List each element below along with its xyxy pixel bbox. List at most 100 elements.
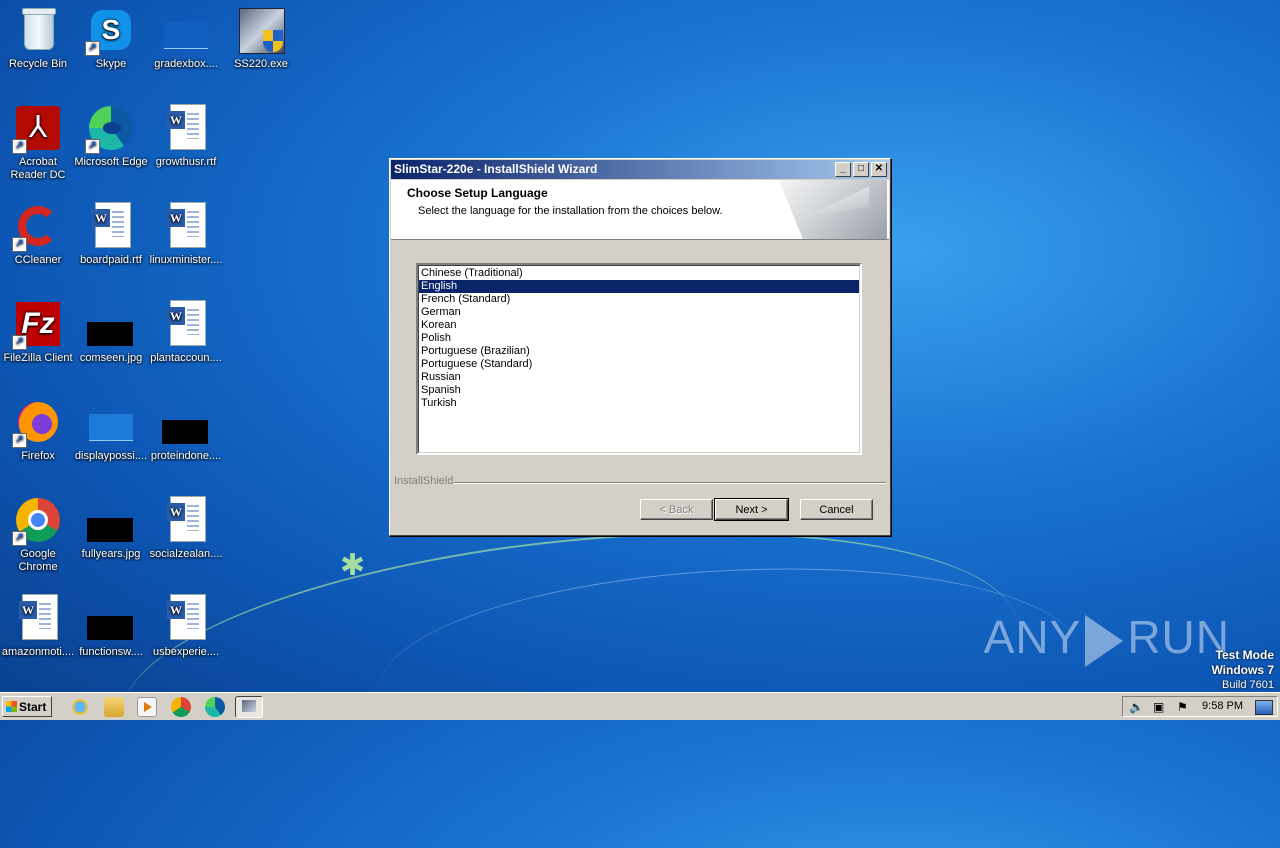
- language-option[interactable]: Portuguese (Standard): [419, 358, 859, 371]
- action-center-flag-icon[interactable]: ⚑: [1177, 700, 1191, 714]
- dialog-header: Choose Setup Language Select the languag…: [391, 180, 889, 240]
- installshield-brand-label: InstallShield: [394, 475, 454, 487]
- word-doc-icon: W: [162, 202, 210, 250]
- installer-icon: [237, 6, 285, 54]
- desktop-icon-functionsw[interactable]: functionsw....: [73, 594, 149, 659]
- minimize-button[interactable]: _: [835, 162, 851, 177]
- language-option[interactable]: Turkish: [419, 397, 859, 410]
- image-icon: [162, 398, 210, 446]
- desktop-icon-recycle-bin[interactable]: Recycle Bin: [0, 6, 76, 71]
- desktop-icon-acrobat[interactable]: ⅄ ↗ Acrobat Reader DC: [0, 104, 76, 182]
- desktop-icon-proteindone[interactable]: proteindone....: [148, 398, 224, 463]
- taskbar: Start 🔈 ▣ ⚑ 9:58 PM: [0, 692, 1280, 720]
- installer-taskbar-button[interactable]: [235, 696, 263, 718]
- desktop-icon-label: Skype: [95, 58, 127, 70]
- os-info: Test Mode Windows 7 Build 7601: [1211, 648, 1274, 692]
- dialog-subheading: Select the language for the installation…: [418, 205, 723, 217]
- taskbar-clock[interactable]: 9:58 PM: [1202, 697, 1243, 716]
- language-option[interactable]: Korean: [419, 319, 859, 332]
- desktop-icon-linuxminister[interactable]: W linuxminister....: [148, 202, 224, 267]
- image-icon: [87, 398, 135, 446]
- word-doc-icon: W: [162, 496, 210, 544]
- desktop-icon-boardpaid[interactable]: W boardpaid.rtf: [73, 202, 149, 267]
- language-option[interactable]: Russian: [419, 371, 859, 384]
- desktop-icon-label: amazonmoti....: [1, 646, 75, 658]
- language-option[interactable]: Spanish: [419, 384, 859, 397]
- brand-divider: [454, 482, 886, 484]
- language-option[interactable]: Polish: [419, 332, 859, 345]
- desktop-icon-label: socialzealan....: [149, 548, 223, 560]
- language-option[interactable]: French (Standard): [419, 293, 859, 306]
- desktop-icon-comseen[interactable]: comseen.jpg: [73, 300, 149, 365]
- desktop-icon-amazonmoti[interactable]: W amazonmoti....: [0, 594, 76, 659]
- cancel-button[interactable]: Cancel: [800, 499, 873, 520]
- desktop-icon-label: CCleaner: [14, 254, 62, 266]
- play-icon: [1085, 614, 1124, 667]
- desktop-icon-label: boardpaid.rtf: [80, 254, 142, 266]
- wallpaper-sparkle-icon: ✱: [340, 549, 366, 582]
- start-button[interactable]: Start: [2, 696, 52, 717]
- word-doc-icon: W: [14, 594, 62, 642]
- network-icon[interactable]: ▣: [1153, 700, 1167, 714]
- image-icon: [87, 496, 135, 544]
- desktop-icon-plantaccoun[interactable]: W plantaccoun....: [148, 300, 224, 365]
- desktop-icon-growthusr[interactable]: W growthusr.rtf: [148, 104, 224, 169]
- anyrun-watermark: ANY RUN: [984, 610, 1230, 667]
- desktop-icon-filezilla[interactable]: Fz ↗ FileZilla Client: [0, 300, 76, 365]
- desktop-icon-ccleaner[interactable]: ↗ CCleaner: [0, 202, 76, 267]
- desktop-icon-firefox[interactable]: ↗ Firefox: [0, 398, 76, 463]
- desktop-icon-label: functionsw....: [79, 646, 143, 658]
- file-icon: [162, 6, 210, 54]
- dialog-titlebar[interactable]: SlimStar-220e - InstallShield Wizard _ □…: [391, 160, 889, 179]
- image-icon: [87, 300, 135, 348]
- word-doc-icon: W: [87, 202, 135, 250]
- ie-icon[interactable]: [70, 697, 90, 717]
- desktop-icon-fullyears[interactable]: fullyears.jpg: [73, 496, 149, 561]
- desktop-icon-socialzealan[interactable]: W socialzealan....: [148, 496, 224, 561]
- desktop-icon-displaypossi[interactable]: displaypossi....: [73, 398, 149, 463]
- language-option[interactable]: German: [419, 306, 859, 319]
- filezilla-icon: Fz ↗: [12, 300, 62, 350]
- desktop-icon-usbexperie[interactable]: W usbexperie....: [148, 594, 224, 659]
- desktop-icon-label: usbexperie....: [152, 646, 220, 658]
- skype-icon: S ↗: [85, 6, 135, 56]
- desktop-icon-gradexbox[interactable]: gradexbox....: [148, 6, 224, 71]
- word-doc-icon: W: [162, 300, 210, 348]
- word-doc-icon: W: [162, 594, 210, 642]
- language-option[interactable]: Portuguese (Brazilian): [419, 345, 859, 358]
- back-button[interactable]: < Back: [640, 499, 713, 520]
- language-option[interactable]: English: [419, 280, 859, 293]
- edge-taskbar-icon[interactable]: [205, 697, 225, 717]
- installshield-dialog: SlimStar-220e - InstallShield Wizard _ □…: [389, 158, 891, 536]
- desktop-icon-label: linuxminister....: [149, 254, 223, 266]
- maximize-button[interactable]: □: [853, 162, 869, 177]
- media-player-icon[interactable]: [137, 697, 157, 717]
- desktop-icon-chrome[interactable]: ↗ Google Chrome: [0, 496, 76, 574]
- volume-icon[interactable]: 🔈: [1129, 700, 1144, 714]
- folder-icon[interactable]: [104, 697, 124, 717]
- recycle-bin-icon: [14, 6, 62, 54]
- desktop-icon-label: Google Chrome: [18, 548, 58, 573]
- watermark-left: ANY: [983, 611, 1082, 663]
- system-tray: 🔈 ▣ ⚑ 9:58 PM: [1122, 696, 1278, 717]
- language-listbox[interactable]: Chinese (Traditional) English French (Stan…: [416, 263, 862, 455]
- desktop-icon-label: comseen.jpg: [79, 352, 143, 364]
- test-mode-label: Test Mode: [1215, 648, 1274, 662]
- chrome-icon: ↗: [12, 496, 62, 546]
- acrobat-icon: ⅄ ↗: [12, 104, 62, 154]
- desktop-icon-label: plantaccoun....: [150, 352, 222, 364]
- desktop-icon-ss220[interactable]: SS220.exe: [223, 6, 299, 71]
- language-option[interactable]: Chinese (Traditional): [419, 267, 859, 280]
- chrome-taskbar-icon[interactable]: [171, 697, 191, 717]
- desktop-icon-label: gradexbox....: [154, 58, 218, 70]
- desktop-icon-edge[interactable]: ↗ Microsoft Edge: [73, 104, 149, 169]
- image-icon: [87, 594, 135, 642]
- windows-version-label: Windows 7: [1211, 663, 1274, 677]
- show-desktop-icon[interactable]: [1255, 700, 1273, 715]
- desktop-icon-label: proteindone....: [150, 450, 222, 462]
- desktop-icon-skype[interactable]: S ↗ Skype: [73, 6, 149, 71]
- next-button[interactable]: Next >: [714, 498, 789, 521]
- close-button[interactable]: ✕: [871, 162, 887, 177]
- desktop-icon-label: Recycle Bin: [8, 58, 68, 70]
- desktop-icon-label: growthusr.rtf: [155, 156, 217, 168]
